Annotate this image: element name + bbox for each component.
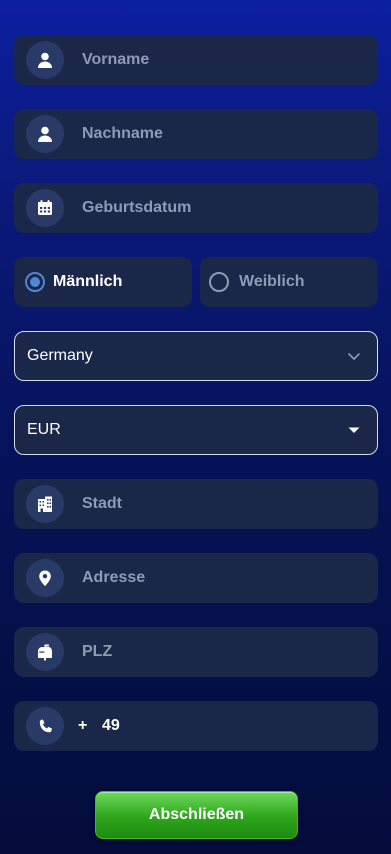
- currency-select[interactable]: EUR: [14, 405, 378, 455]
- radio-checked-icon[interactable]: [25, 272, 45, 292]
- user-icon: [26, 115, 64, 153]
- zip-placeholder: PLZ: [82, 643, 113, 660]
- address-field[interactable]: Adresse: [14, 553, 378, 603]
- address-placeholder: Adresse: [82, 569, 146, 586]
- phone-field[interactable]: + 49: [14, 701, 378, 751]
- radio-unchecked-icon[interactable]: [209, 272, 229, 292]
- country-select[interactable]: Germany: [14, 331, 378, 381]
- building-icon: [26, 485, 64, 523]
- chevron-down-icon: [348, 353, 360, 360]
- caret-down-icon: [348, 427, 360, 433]
- city-placeholder: Stadt: [82, 495, 122, 512]
- gender-option-female[interactable]: Weiblich: [200, 257, 378, 307]
- birthdate-field[interactable]: Geburtsdatum: [14, 183, 378, 233]
- user-icon: [26, 41, 64, 79]
- gender-male-label: Männlich: [53, 273, 123, 290]
- currency-value: EUR: [27, 421, 61, 438]
- last-name-placeholder: Nachname: [82, 125, 163, 142]
- phone-prefix: +: [78, 717, 88, 734]
- calendar-icon: [26, 189, 64, 227]
- birthdate-placeholder: Geburtsdatum: [82, 199, 192, 216]
- phone-icon: [26, 707, 64, 745]
- submit-button[interactable]: Abschließen: [95, 791, 298, 839]
- first-name-placeholder: Vorname: [82, 51, 150, 68]
- location-pin-icon: [26, 559, 64, 597]
- gender-option-male[interactable]: Männlich: [14, 257, 192, 307]
- zip-field[interactable]: PLZ: [14, 627, 378, 677]
- country-value: Germany: [27, 347, 93, 364]
- city-field[interactable]: Stadt: [14, 479, 378, 529]
- last-name-field[interactable]: Nachname: [14, 109, 378, 159]
- mailbox-icon: [26, 633, 64, 671]
- phone-country-code[interactable]: 49: [102, 701, 120, 751]
- gender-female-label: Weiblich: [239, 273, 305, 290]
- first-name-field[interactable]: Vorname: [14, 35, 378, 85]
